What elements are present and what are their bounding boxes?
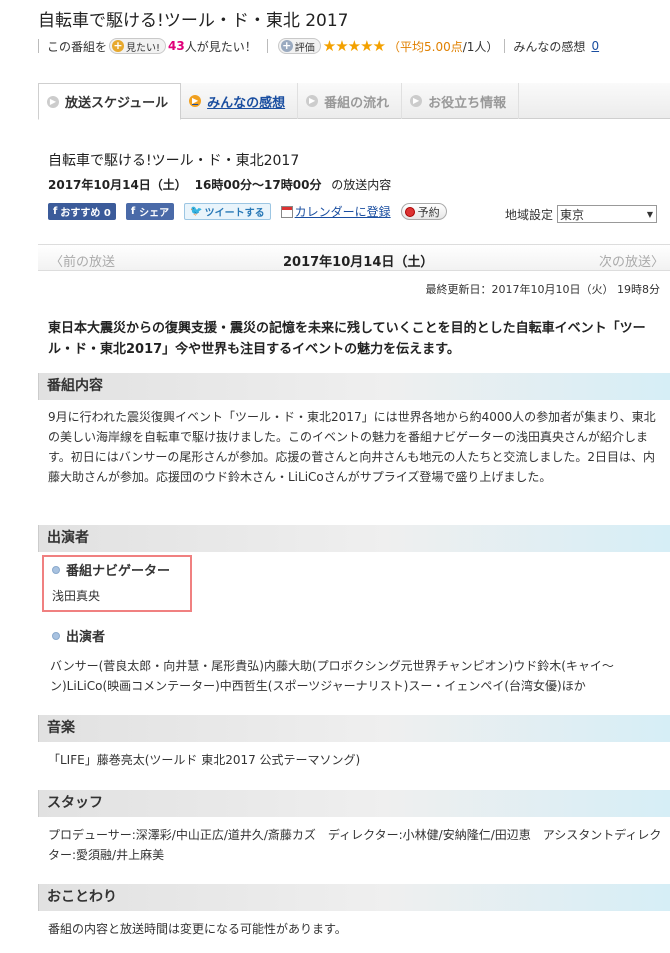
region-select[interactable]: 東京 ▼ [557,205,658,223]
plus-icon: + [112,39,125,52]
facebook-recommend-label: おすすめ 0 [60,208,111,219]
reserve-label: 予約 [417,205,440,219]
calendar-icon [280,205,293,218]
navigator-label-text: 番組ナビゲーター [66,564,171,579]
facebook-share-button[interactable]: f シェア [125,203,175,220]
program-lead: 東日本大震災からの復興支援・震災の記憶を未来に残していくことを目的とした自転車イ… [48,321,646,357]
notice-body: 番組の内容と放送時間は変更になる可能性があります。 [48,922,347,936]
broadcast-nav: 〈前の放送 2017年10月14日（土） 次の放送〉 [38,244,670,271]
want-to-watch-label: 見たい! [126,42,161,54]
next-broadcast-link[interactable]: 次の放送〉 [599,251,664,270]
region-setting: 地域設定 東京 ▼ [505,205,658,223]
current-broadcast-date: 2017年10月14日（土） [283,255,434,270]
calendar-link[interactable]: カレンダーに登録 [280,203,391,220]
arrow-right-icon: ▶ [410,95,423,107]
rating-stars: ★★★★★ [322,37,386,55]
broadcast-time: 16時00分～17時00分 [194,178,322,192]
section-heading-cast: 出演者 [38,525,670,552]
bullet-icon [52,565,60,574]
review-count-link[interactable]: 0 [591,39,599,53]
reserve-button[interactable]: 予約 [400,203,447,220]
tab-useful-info[interactable]: ▶ お役立ち情報 [402,83,520,119]
rating-count: /1人） [462,39,499,54]
content-body: 9月に行われた震災復興イベント「ツール・ド・東北2017」には世界各地から約40… [48,410,656,484]
want-to-watch-button[interactable]: + 見たい! [109,38,167,54]
rate-button[interactable]: + 評価 [277,38,321,54]
chevron-down-icon: ▼ [646,209,654,219]
tab-schedule[interactable]: ▶ 放送スケジュール [38,83,182,120]
calendar-label: カレンダーに登録 [294,205,391,219]
section-heading-music: 音楽 [38,715,670,742]
prev-broadcast-link[interactable]: 〈前の放送 [50,251,115,270]
music-body: 「LIFE」藤巻亮太(ツールド 東北2017 公式テーマソング) [48,753,361,767]
section-heading-content: 番組内容 [38,373,670,400]
tab-bar: ▶ 放送スケジュール ▶ みんなの感想 ▶ 番組の流れ ▶ お役立ち情報 [38,83,670,120]
facebook-recommend-button[interactable]: f おすすめ 0 [48,203,116,220]
section-heading-staff: スタッフ [38,790,670,817]
performers-label: 出演者 [52,626,105,645]
watch-suffix: 人が見たい！ [184,39,257,54]
section-heading-notice: おことわり [38,884,670,911]
arrow-right-icon: ▶ [189,95,202,107]
watch-prefix: この番組を [47,39,108,54]
last-updated: 最終更新日：2017年10月10日（火） 19時8分 [425,283,660,296]
plus-icon: + [280,39,293,52]
performers-label-text: 出演者 [66,630,106,645]
performers-body: バンサー(菅良太郎・向井慧・尾形貴弘)内藤大助(プロボクシング元世界チャンピオン… [50,659,614,693]
rate-label: 評価 [294,42,315,54]
review-label: みんなの感想 [513,39,586,54]
tab-label: みんなの感想 [207,95,286,111]
navigator-name: 浅田真央 [52,589,101,603]
twitter-icon: 🐦 [190,206,203,217]
navigator-label: 番組ナビゲーター [52,560,170,579]
tab-label: 番組の流れ [324,95,390,111]
facebook-share-label: シェア [139,208,170,219]
broadcast-date: 2017年10月14日（土） [48,178,187,192]
arrow-right-icon: ▶ [306,95,319,107]
staff-body: プロデューサー:深澤彩/中山正広/道井久/斎藤カズ ディレクター:小林健/安納隆… [48,828,662,862]
facebook-icon: f [130,206,136,217]
tab-label: お役立ち情報 [428,95,507,111]
facebook-icon: f [53,206,58,217]
tweet-button[interactable]: 🐦 ツイートする [184,203,271,220]
watch-count: 43 [168,39,185,53]
tab-reviews[interactable]: ▶ みんなの感想 [181,83,299,119]
region-selected: 東京 [560,207,585,222]
record-icon [404,206,415,217]
page-title: 自転車で駆ける!ツール・ド・東北 2017 [38,11,349,31]
broadcast-suffix: の放送内容 [331,178,392,192]
program-date: 2017年10月14日（土） 16時00分～17時00分 の放送内容 [48,176,391,193]
arrow-right-icon: ▶ [47,95,59,108]
tab-flow[interactable]: ▶ 番組の流れ [298,83,403,119]
tweet-label: ツイートする [204,208,265,219]
region-label: 地域設定 [505,207,554,222]
bullet-icon [52,631,60,640]
divider [504,39,506,53]
divider [266,39,268,53]
program-title: 自転車で駆ける!ツール・ド・東北2017 [48,153,300,169]
divider [38,39,39,53]
tab-label: 放送スケジュール [65,96,169,111]
rating-average: （平均5.00点 [388,39,463,54]
share-buttons: f おすすめ 0 f シェア 🐦 ツイートする カレンダーに登録 予約 [48,203,447,220]
info-bar: この番組を + 見たい! 43 人が見たい！ + 評価 ★★★★★ （平均5.00点… [38,36,599,56]
